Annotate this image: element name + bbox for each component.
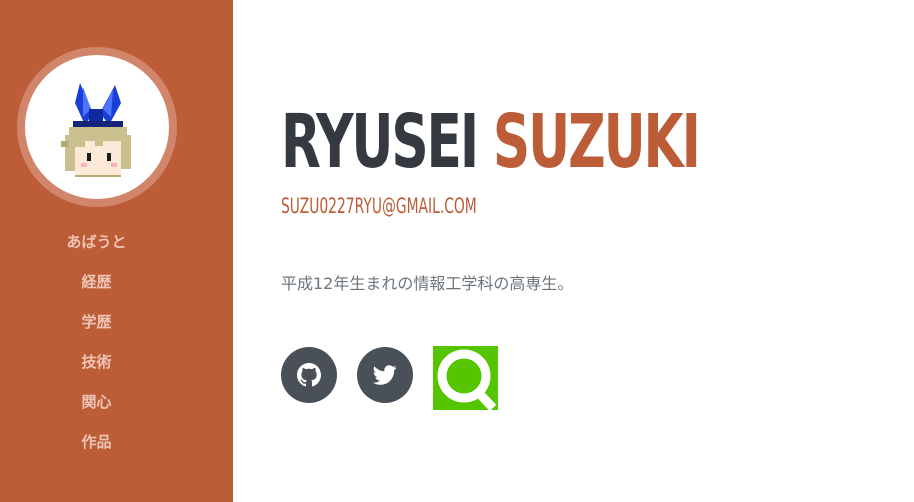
first-name: RYUSEI — [281, 99, 479, 185]
qiita-icon — [437, 349, 497, 412]
twitter-button[interactable] — [357, 347, 413, 403]
github-button[interactable] — [281, 347, 337, 403]
nav-item-interests[interactable]: 関心 — [0, 382, 193, 422]
email-link[interactable]: SUZU0227RYU@GMAIL.COM — [281, 193, 477, 219]
sidebar: あばうと 経歴 学歴 技術 関心 作品 — [0, 0, 233, 502]
nav-item-career[interactable]: 経歴 — [0, 262, 193, 302]
sidebar-nav: あばうと 経歴 学歴 技術 関心 作品 — [0, 222, 193, 462]
github-icon — [297, 363, 321, 387]
nav-item-about[interactable]: あばうと — [0, 222, 193, 262]
nav-item-education[interactable]: 学歴 — [0, 302, 193, 342]
social-links — [281, 346, 581, 412]
page-title: RYUSEI SUZUKI — [281, 95, 701, 189]
avatar[interactable] — [25, 55, 169, 199]
pixel-character-icon — [61, 83, 131, 177]
last-name: SUZUKI — [492, 99, 701, 185]
qiita-button[interactable] — [433, 346, 498, 412]
avatar-ring — [17, 47, 177, 207]
nav-item-works[interactable]: 作品 — [0, 422, 193, 462]
bio-text: 平成12年生まれの情報工学科の高専生。 — [281, 274, 574, 293]
nav-item-skills[interactable]: 技術 — [0, 342, 193, 382]
twitter-icon — [373, 365, 397, 385]
